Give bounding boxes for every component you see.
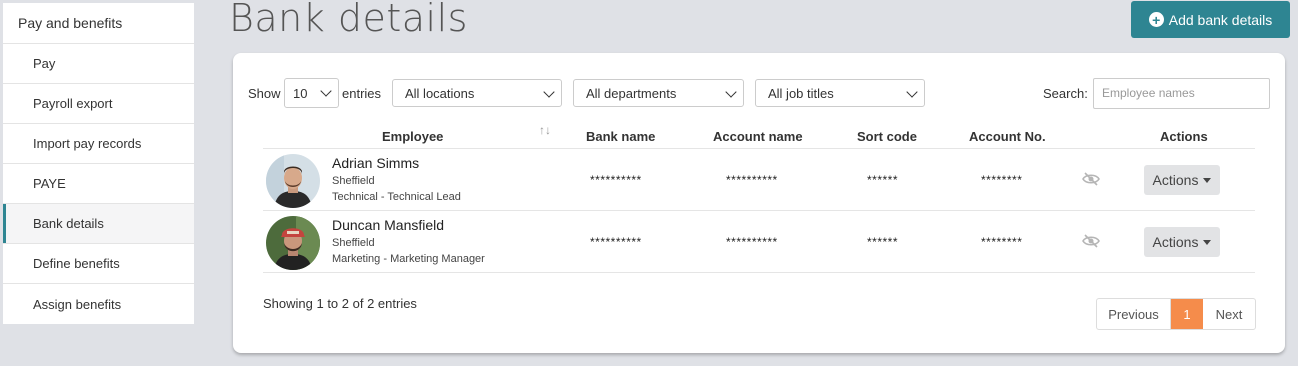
eye-slash-icon[interactable] bbox=[1082, 233, 1100, 249]
add-bank-details-button[interactable]: + Add bank details bbox=[1131, 1, 1290, 38]
column-header-account-no[interactable]: Account No. bbox=[969, 129, 1046, 144]
sidebar-heading: Pay and benefits bbox=[3, 3, 194, 44]
sort-code-cell: ****** bbox=[867, 173, 899, 187]
show-label: Show bbox=[248, 86, 281, 101]
account-name-cell: ********** bbox=[726, 235, 778, 249]
job-title-filter-select[interactable]: All job titles bbox=[755, 79, 925, 107]
search-label: Search: bbox=[1043, 86, 1088, 101]
bank-name-cell: ********** bbox=[590, 173, 642, 187]
chevron-down-icon bbox=[320, 85, 332, 97]
column-header-bank-name[interactable]: Bank name bbox=[586, 129, 655, 144]
previous-page-button[interactable]: Previous bbox=[1097, 299, 1171, 329]
chevron-down-icon bbox=[725, 86, 737, 98]
sort-code-cell: ****** bbox=[867, 235, 899, 249]
sidebar-item-import-pay-records[interactable]: Import pay records bbox=[3, 124, 194, 164]
actions-label: Actions bbox=[1152, 172, 1199, 188]
employee-name[interactable]: Duncan Mansfield bbox=[332, 217, 444, 233]
account-no-cell: ******** bbox=[981, 235, 1023, 249]
next-page-button[interactable]: Next bbox=[1203, 299, 1255, 329]
column-header-sort-code[interactable]: Sort code bbox=[857, 129, 917, 144]
page-1-button[interactable]: 1 bbox=[1171, 299, 1203, 329]
column-header-actions: Actions bbox=[1160, 129, 1208, 144]
employee-department: Technical - Technical Lead bbox=[332, 191, 461, 203]
search-input[interactable]: Employee names bbox=[1093, 78, 1270, 109]
sidebar-item-payroll-export[interactable]: Payroll export bbox=[3, 84, 194, 124]
table-row: Adrian Simms Sheffield Technical - Techn… bbox=[263, 149, 1255, 211]
sidebar-item-pay[interactable]: Pay bbox=[3, 44, 194, 84]
sidebar-item-assign-benefits[interactable]: Assign benefits bbox=[3, 284, 194, 324]
caret-down-icon bbox=[1203, 239, 1212, 245]
employee-location: Sheffield bbox=[332, 175, 375, 187]
plus-circle-icon: + bbox=[1148, 12, 1164, 27]
table-header: Employee ↑↓ Bank name Account name Sort … bbox=[263, 123, 1255, 149]
actions-dropdown-button[interactable]: Actions bbox=[1144, 227, 1220, 257]
entries-label: entries bbox=[342, 86, 382, 101]
sort-icon[interactable]: ↑↓ bbox=[539, 123, 551, 137]
page-title: Bank details bbox=[229, 0, 468, 40]
actions-label: Actions bbox=[1152, 234, 1199, 250]
column-header-account-name[interactable]: Account name bbox=[713, 129, 803, 144]
employee-name[interactable]: Adrian Simms bbox=[332, 155, 419, 171]
job-title-filter-value: All job titles bbox=[768, 86, 834, 101]
entries-select-value: 10 bbox=[293, 86, 308, 101]
table-controls: Show 10 entries All locations All depart… bbox=[248, 78, 1270, 109]
employee-department: Marketing - Marketing Manager bbox=[332, 253, 485, 265]
pagination: Previous 1 Next bbox=[1096, 298, 1256, 330]
table-row: Duncan Mansfield Sheffield Marketing - M… bbox=[263, 211, 1255, 273]
sidebar-item-define-benefits[interactable]: Define benefits bbox=[3, 244, 194, 284]
employee-location: Sheffield bbox=[332, 237, 375, 249]
account-no-cell: ******** bbox=[981, 173, 1023, 187]
add-bank-details-label: Add bank details bbox=[1168, 11, 1273, 28]
department-filter-select[interactable]: All departments bbox=[573, 79, 744, 107]
eye-slash-icon[interactable] bbox=[1082, 171, 1100, 187]
location-filter-value: All locations bbox=[405, 86, 475, 101]
avatar bbox=[266, 154, 320, 208]
table-info: Showing 1 to 2 of 2 entries bbox=[263, 296, 417, 311]
sidebar-item-bank-details[interactable]: Bank details bbox=[3, 204, 194, 244]
chevron-down-icon bbox=[543, 86, 555, 98]
sidebar-item-paye[interactable]: PAYE bbox=[3, 164, 194, 204]
department-filter-value: All departments bbox=[586, 86, 677, 101]
caret-down-icon bbox=[1203, 177, 1212, 183]
avatar bbox=[266, 216, 320, 270]
entries-select[interactable]: 10 bbox=[284, 78, 339, 108]
column-header-employee[interactable]: Employee bbox=[382, 129, 443, 144]
chevron-down-icon bbox=[906, 86, 918, 98]
sidebar: Pay and benefits Pay Payroll export Impo… bbox=[3, 3, 194, 324]
actions-dropdown-button[interactable]: Actions bbox=[1144, 165, 1220, 195]
bank-details-card: Show 10 entries All locations All depart… bbox=[233, 53, 1285, 353]
account-name-cell: ********** bbox=[726, 173, 778, 187]
location-filter-select[interactable]: All locations bbox=[392, 79, 562, 107]
bank-name-cell: ********** bbox=[590, 235, 642, 249]
